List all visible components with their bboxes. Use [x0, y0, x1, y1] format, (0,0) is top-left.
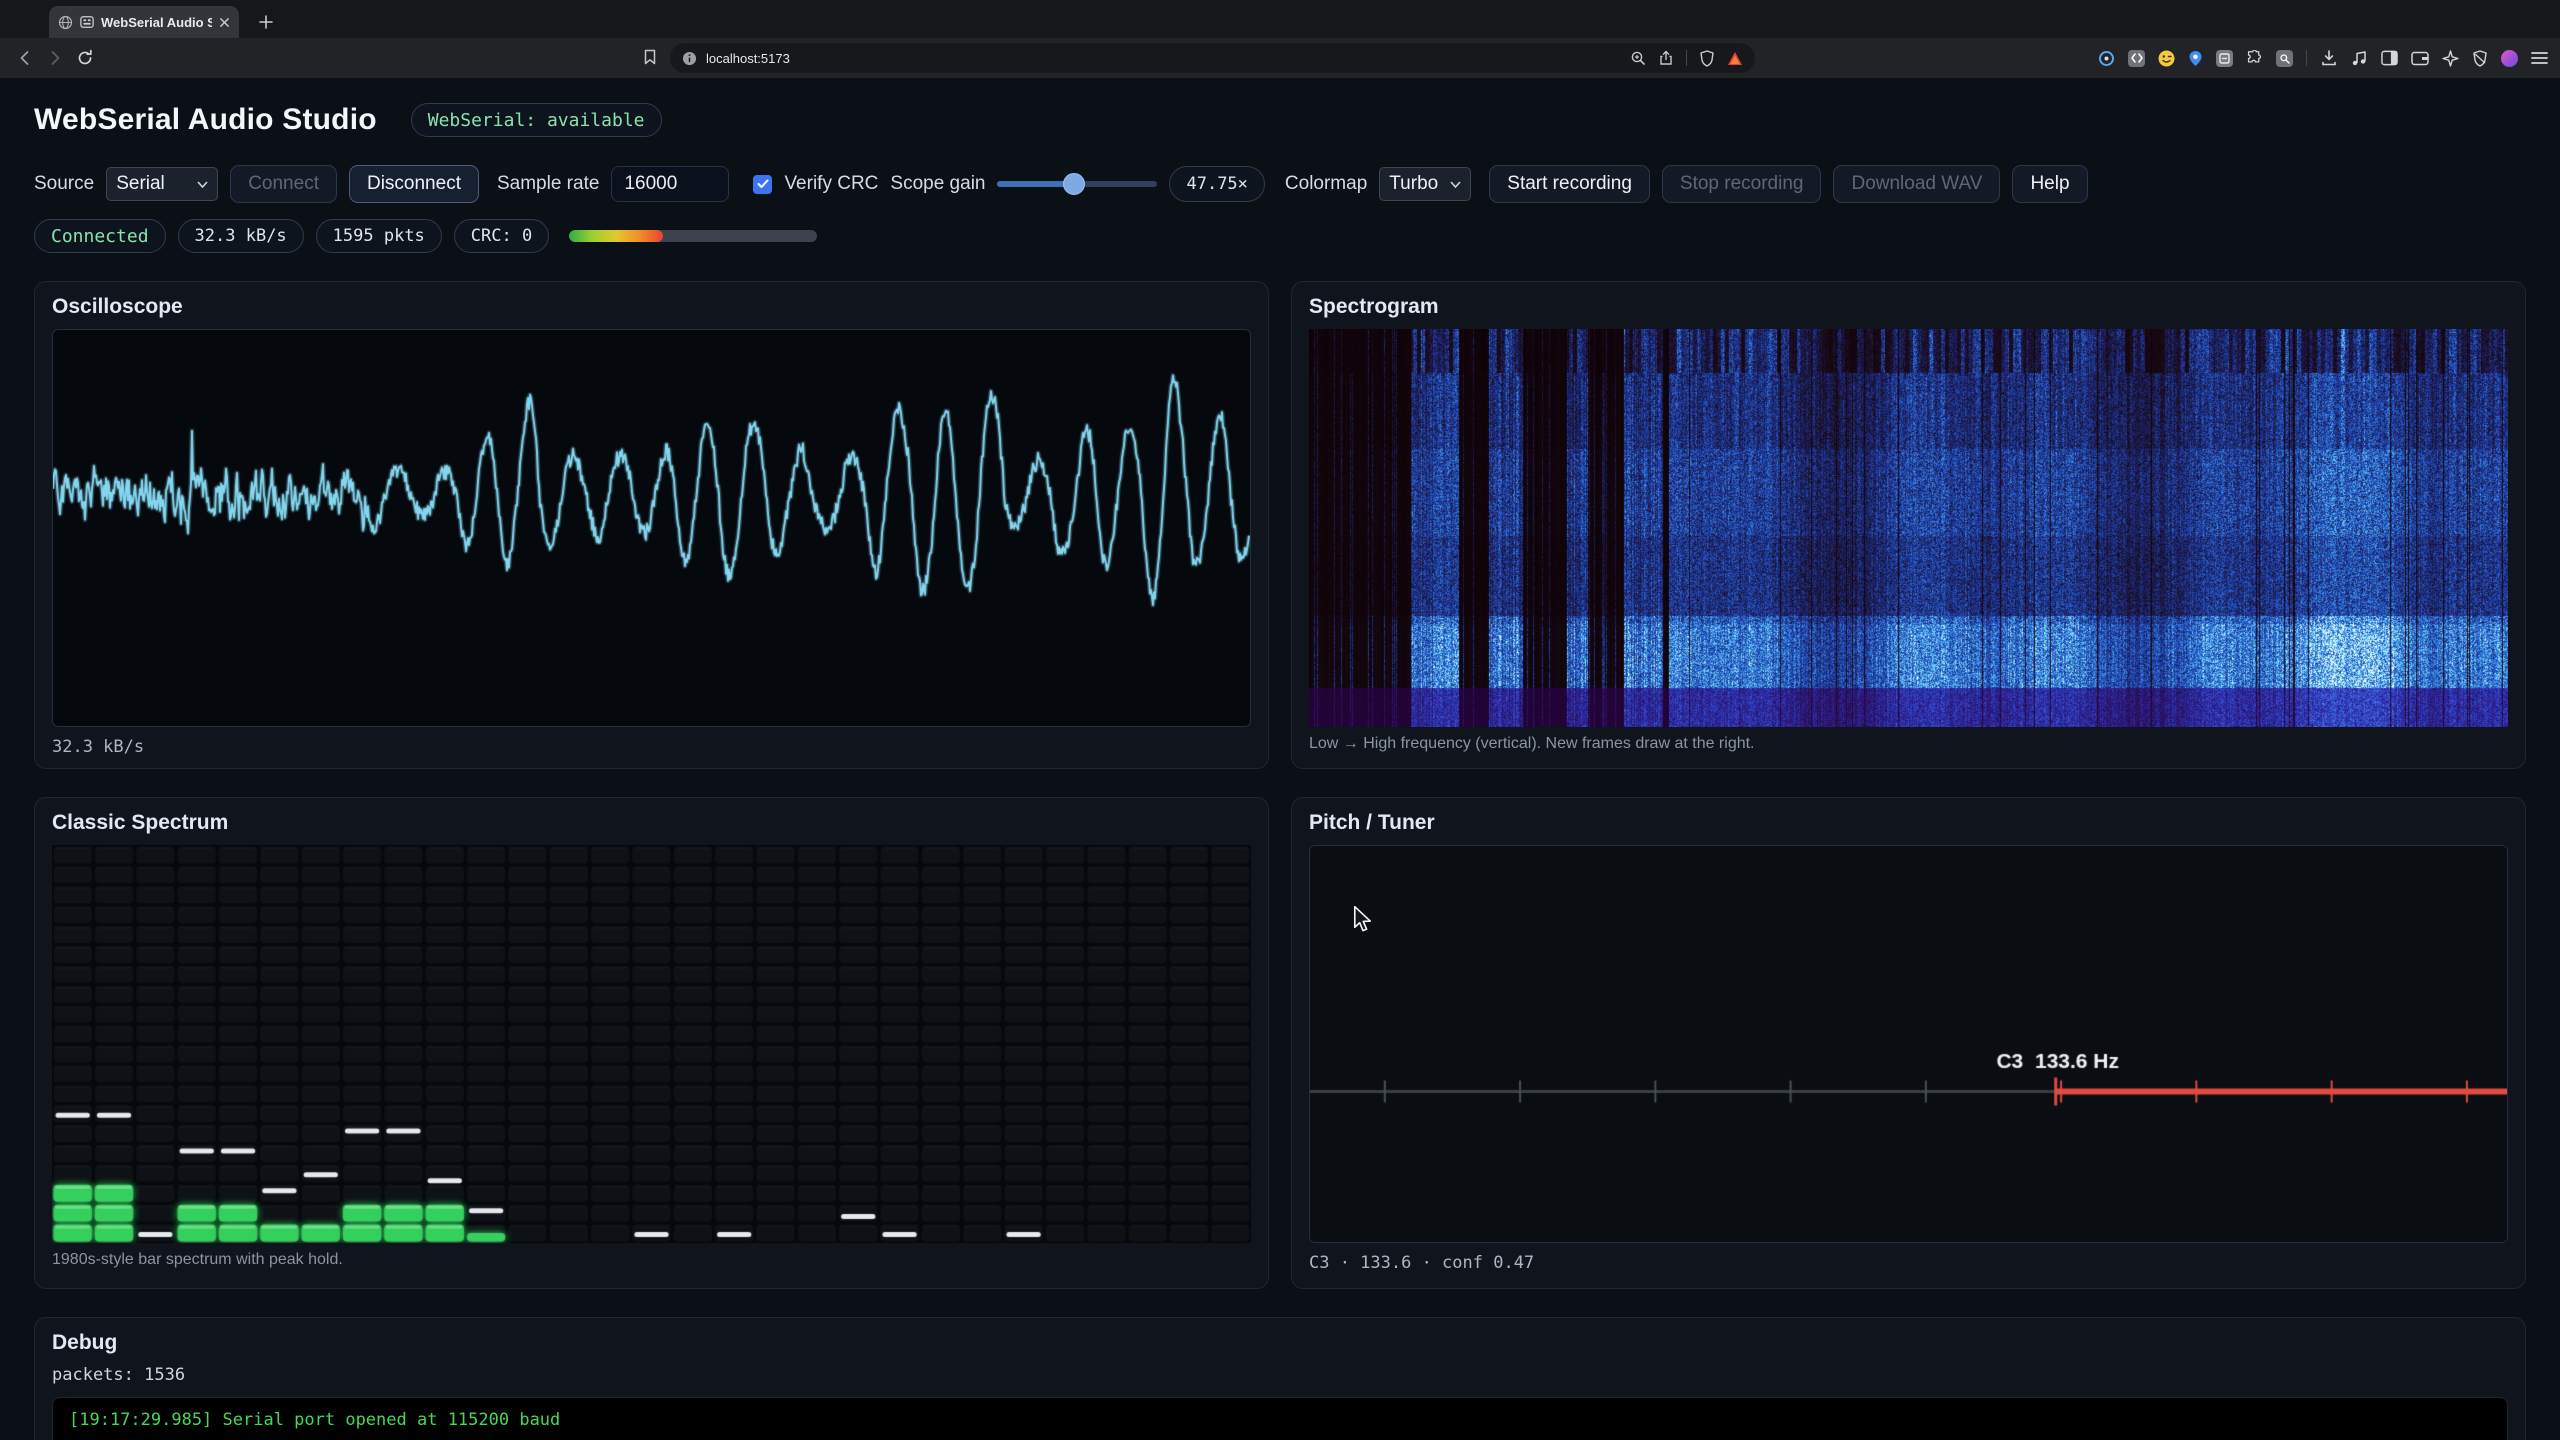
cursor-arrow [1352, 906, 1374, 932]
wallet-icon[interactable] [2411, 51, 2429, 66]
spectrogram-canvas [1309, 329, 2508, 727]
divider [1686, 50, 1687, 66]
connection-badge: Connected [34, 219, 166, 253]
debug-packets: packets: 1536 [52, 1365, 2508, 1385]
reload-icon[interactable] [76, 49, 94, 67]
privacy-shield-icon[interactable] [2472, 50, 2488, 67]
extension-search-box-icon[interactable] [2276, 50, 2293, 67]
close-icon[interactable] [219, 17, 230, 28]
oscilloscope-panel: Oscilloscope 32.3 kB/s [34, 281, 1269, 769]
source-label: Source [34, 173, 94, 195]
page-favicon [80, 15, 94, 29]
url-text: localhost:5173 [706, 51, 790, 66]
help-button[interactable]: Help [2012, 165, 2087, 203]
scope-gain-value-badge: 47.75× [1169, 166, 1264, 202]
sample-rate-input[interactable]: 16000 [611, 166, 729, 202]
info-icon[interactable] [682, 51, 697, 66]
forward-icon[interactable] [46, 49, 64, 67]
colormap-label: Colormap [1285, 173, 1367, 195]
colormap-select[interactable]: Turbo [1379, 167, 1471, 201]
browser-tab[interactable]: WebSerial Audio Studio [49, 6, 239, 38]
classic-spectrum-caption: 1980s-style bar spectrum with peak hold. [52, 1251, 1251, 1269]
browser-tab-bar: WebSerial Audio Studio [0, 0, 2560, 38]
tuner-title: Pitch / Tuner [1309, 811, 2508, 835]
debug-log-line: [19:17:29.985] Serial port opened at 115… [69, 1410, 2491, 1430]
extension-box-icon[interactable] [2216, 50, 2233, 67]
chevron-down-icon [197, 181, 208, 188]
verify-crc-label: Verify CRC [784, 173, 878, 195]
rate-badge: 32.3 kB/s [178, 219, 304, 253]
spectrogram-panel: Spectrogram Low → High frequency (vertic… [1291, 281, 2526, 769]
crc-badge: CRC: 0 [454, 219, 549, 253]
extension-pin-icon[interactable] [2188, 50, 2203, 67]
scope-gain-label: Scope gain [890, 173, 985, 195]
tuner-panel: Pitch / Tuner C3 · 133.6 · conf 0.47 [1291, 797, 2526, 1289]
connect-button[interactable]: Connect [230, 165, 337, 203]
download-icon[interactable] [2320, 49, 2338, 67]
new-tab-icon[interactable] [254, 10, 278, 34]
webserial-status-badge: WebSerial: available [411, 103, 662, 137]
classic-spectrum-panel: Classic Spectrum 1980s-style bar spectru… [34, 797, 1269, 1289]
back-icon[interactable] [16, 49, 34, 67]
scope-gain-slider[interactable] [997, 173, 1157, 195]
tuner-canvas [1309, 845, 2508, 1243]
disconnect-button[interactable]: Disconnect [349, 165, 479, 203]
menu-icon[interactable] [2531, 51, 2548, 65]
chevron-down-icon [1450, 181, 1461, 188]
extension-smiley-icon[interactable] [2158, 50, 2175, 67]
browser-nav-bar: localhost:5173 [0, 38, 2560, 78]
tab-title: WebSerial Audio Studio [101, 15, 212, 30]
debug-panel: Debug packets: 1536 [19:17:29.985] Seria… [34, 1317, 2526, 1440]
url-bar[interactable]: localhost:5173 [670, 43, 1755, 73]
tuner-footer: C3 · 133.6 · conf 0.47 [1309, 1253, 2508, 1273]
classic-spectrum-canvas [52, 845, 1251, 1243]
sparkle-icon[interactable] [2442, 50, 2459, 67]
stop-recording-button[interactable]: Stop recording [1662, 165, 1822, 203]
extension-code-icon[interactable] [2128, 50, 2145, 67]
slider-thumb[interactable] [1063, 173, 1085, 195]
level-meter [569, 230, 817, 242]
oscilloscope-footer: 32.3 kB/s [52, 737, 1251, 757]
colormap-select-value: Turbo [1389, 173, 1438, 195]
debug-title: Debug [52, 1331, 2508, 1355]
page-title: WebSerial Audio Studio [34, 103, 377, 137]
extensions-puzzle-icon[interactable] [2246, 50, 2263, 67]
packets-badge: 1595 pkts [316, 219, 442, 253]
classic-spectrum-title: Classic Spectrum [52, 811, 1251, 835]
globe-icon [58, 15, 73, 30]
start-recording-button[interactable]: Start recording [1489, 165, 1650, 203]
sample-rate-label: Sample rate [497, 173, 599, 195]
source-select[interactable]: Serial [106, 167, 218, 201]
spectrogram-title: Spectrogram [1309, 295, 2508, 319]
zoom-in-icon[interactable] [1630, 50, 1646, 66]
bookmark-icon[interactable] [642, 49, 658, 65]
music-icon[interactable] [2351, 50, 2368, 67]
oscilloscope-title: Oscilloscope [52, 295, 1251, 319]
toolbar: Source Serial Connect Disconnect Sample … [34, 164, 2526, 204]
profile-icon[interactable] [2501, 50, 2518, 67]
share-icon[interactable] [1658, 50, 1674, 66]
sidebar-icon[interactable] [2381, 50, 2398, 66]
verify-crc-checkbox[interactable] [753, 175, 772, 194]
brave-shield-icon[interactable] [1699, 50, 1715, 67]
debug-console: [19:17:29.985] Serial port opened at 115… [52, 1397, 2508, 1440]
divider [2306, 50, 2307, 66]
extensions-cluster [2098, 38, 2548, 78]
oscilloscope-canvas [52, 329, 1251, 727]
app-page: WebSerial Audio Studio WebSerial: availa… [0, 78, 2560, 1440]
source-select-value: Serial [116, 173, 165, 195]
download-wav-button[interactable]: Download WAV [1833, 165, 2000, 203]
spectrogram-caption: Low → High frequency (vertical). New fra… [1309, 735, 2508, 753]
checkbox-check-icon [757, 179, 769, 189]
brave-rewards-icon[interactable] [1727, 51, 1743, 66]
status-row: Connected 32.3 kB/s 1595 pkts CRC: 0 [34, 219, 2526, 253]
extension-ring-icon[interactable] [2098, 50, 2115, 67]
level-meter-fill [569, 230, 663, 242]
